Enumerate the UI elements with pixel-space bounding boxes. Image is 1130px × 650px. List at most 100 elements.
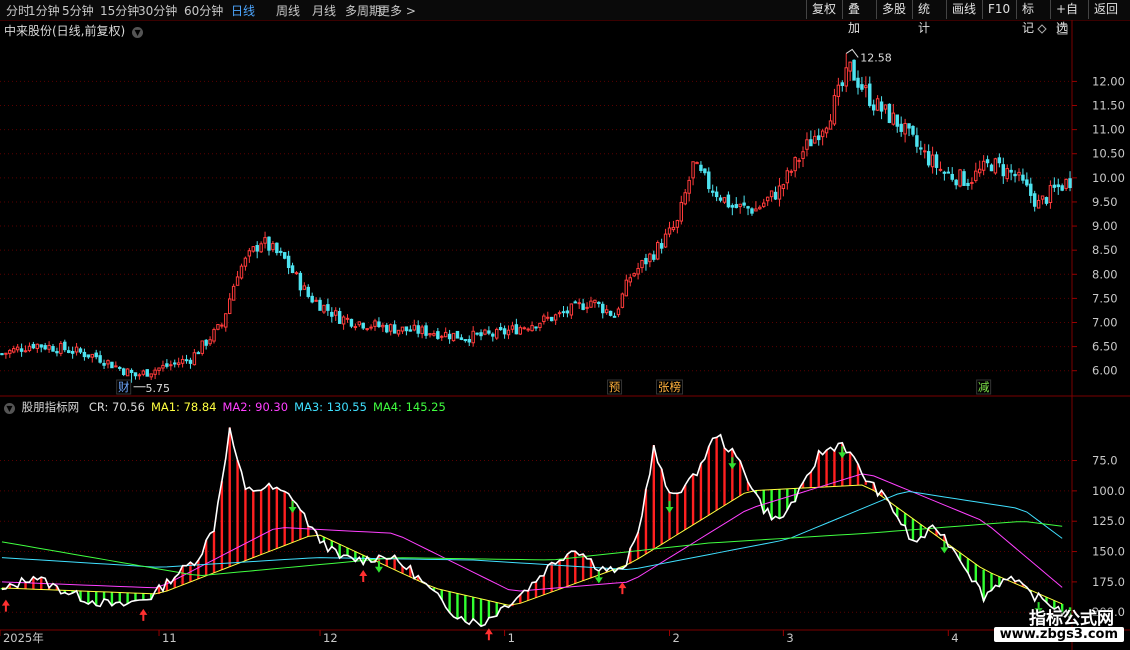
diamond-icon [1037,24,1047,34]
candle-body [738,203,742,208]
candle-body [809,139,813,147]
candle-body [43,345,47,350]
candle-body [15,346,20,351]
candle-body [663,233,668,248]
candle-body [78,348,83,353]
candle-body [750,208,754,214]
candle-body [67,350,71,353]
candle-body [161,364,165,369]
candle-body [286,255,291,269]
candle-body [55,351,59,354]
candle-body [282,252,287,259]
candle-body [522,327,526,330]
candle-body [542,315,546,322]
candlestick-series [0,53,1072,383]
candle-body [412,324,416,331]
candle-body [8,349,12,355]
indicator-tick-label: 100.0 [1092,484,1125,498]
candle-body [710,190,715,193]
candle-body [970,181,974,184]
candle-body [334,310,338,316]
candle-body [907,123,911,129]
candle-body [318,299,322,311]
candle-body [345,317,350,320]
candle-body [824,127,829,134]
candle-body [616,308,621,316]
price-tick-label: 10.00 [1092,171,1125,185]
candle-body [302,285,307,290]
candle-body [864,85,868,89]
candle-body [1025,179,1029,186]
candle-body [443,331,448,338]
candle-body [259,243,263,253]
candle-body [820,130,825,138]
price-tick-label: 11.50 [1092,99,1125,113]
candle-body [188,359,193,364]
candle-body [23,350,28,353]
candle-body [628,277,632,283]
candle-body [549,316,554,322]
candle-body [950,173,954,180]
candle-body [942,171,947,174]
candle-body [502,328,507,335]
buy-arrow-icon [359,570,368,583]
candle-body [27,345,32,352]
candle-body [176,362,181,366]
candle-body [652,254,656,260]
candle-body [94,352,98,358]
price-tick-label: 9.50 [1092,195,1118,209]
candle-body [39,344,43,348]
candle-body [149,373,153,378]
candle-body [102,362,106,366]
candle-body [247,250,252,257]
candle-body [1068,178,1072,189]
indicator-tick-label: 175.0 [1092,575,1125,589]
candle-body [424,325,428,336]
buy-arrow-icon [618,582,627,595]
candle-body [722,197,727,203]
candle-body [769,190,774,198]
sell-arrow-icon [728,457,737,470]
price-tick-label: 7.50 [1092,291,1118,305]
candle-body [322,304,326,313]
candle-body [985,159,990,164]
candle-body [730,205,735,208]
candle-body [51,346,55,352]
candle-body [436,331,440,339]
candle-body [373,320,377,327]
candle-body [608,310,613,316]
candle-body [1017,171,1021,176]
time-label: 2025年 [3,631,44,645]
candle-body [224,313,228,328]
candle-body [648,253,652,263]
candle-body [47,344,51,350]
candle-body [946,171,951,174]
buy-arrow-icon [139,608,148,621]
candle-body [581,303,585,310]
candle-body [903,122,907,135]
candle-body [428,333,432,336]
candle-body [290,265,295,274]
ma-line-2 [1,473,1063,592]
candle-body [612,315,617,318]
kline-chart[interactable]: 6.00 6.50 7.00 7.50 8.00 8.50 9.00 9.50 10.00 10.… [0,0,1130,650]
candle-body [196,352,201,355]
candle-body [695,161,699,165]
candle-body [801,151,805,159]
candle-body [157,367,161,371]
candle-body [118,366,122,369]
candle-body [498,327,503,331]
candle-body [1036,199,1041,209]
candle-body [133,372,138,377]
candle-body [636,268,640,275]
candle-body [510,325,515,330]
sell-arrow-icon [374,560,383,573]
candle-body [856,77,860,88]
candle-body [357,321,362,326]
candle-body [440,335,444,338]
candle-body [349,318,354,327]
candle-body [817,135,821,141]
candle-body [455,330,460,339]
price-tick-label: 8.50 [1092,243,1118,257]
candle-body [934,154,939,168]
